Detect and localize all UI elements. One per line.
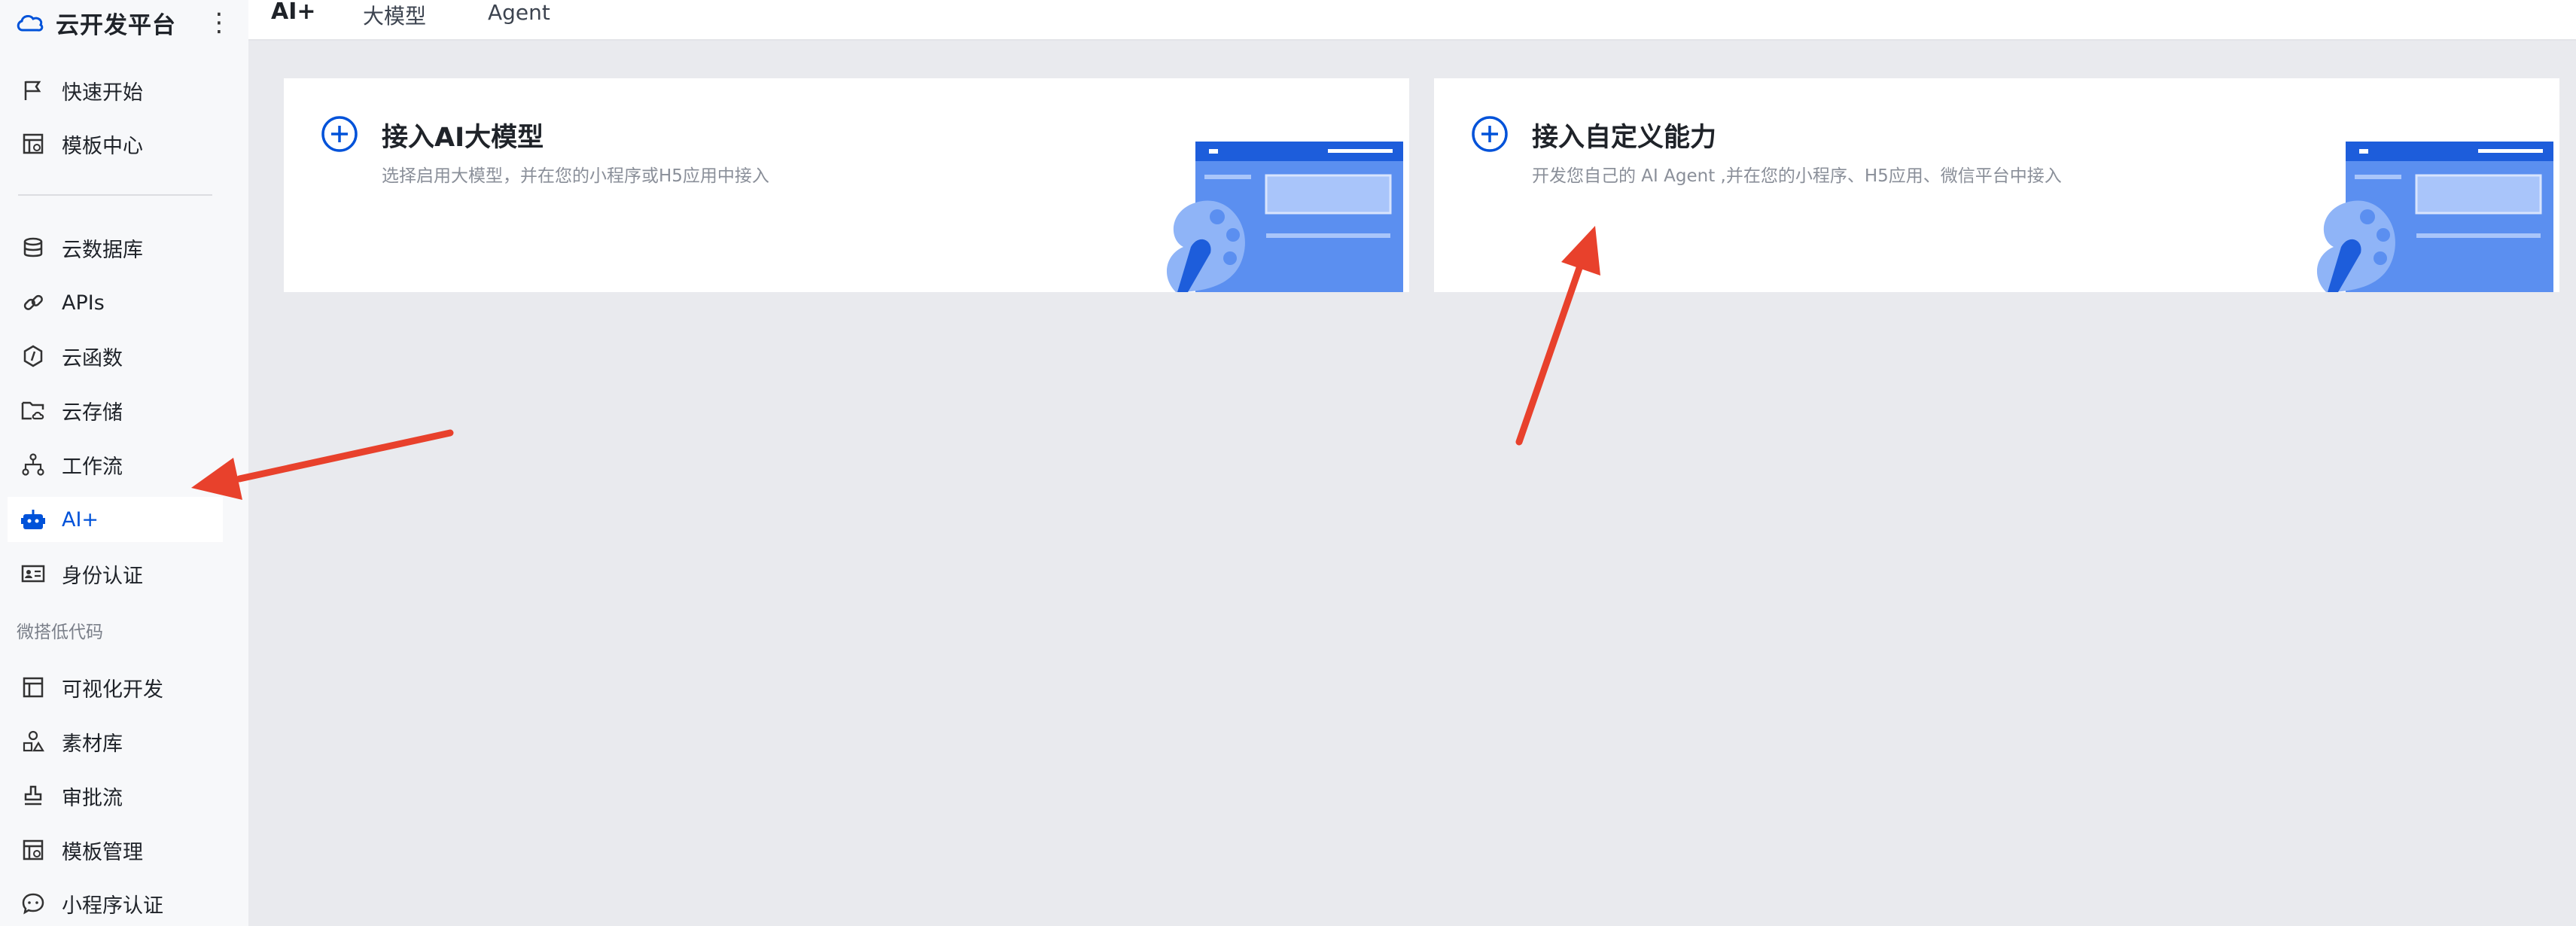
tab-large-model[interactable]: 大模型 [363,0,426,30]
sidebar-item-label: 模板中心 [62,134,143,158]
sidebar-item-label: 云函数 [62,346,123,370]
tab-agent[interactable]: Agent [488,0,550,25]
workflow-icon [18,449,48,480]
more-vertical-icon[interactable]: ⋮ [206,8,232,38]
brand-title: 云开发平台 [56,11,176,39]
card-description: 开发您自己的 AI Agent ,并在您的小程序、H5应用、微信平台中接入 [1532,166,2062,186]
sidebar-item-workflow[interactable]: 工作流 [8,442,223,487]
sidebar-item-label: 可视化开发 [62,678,163,702]
sidebar-item-template-center[interactable]: 模板中心 [8,121,223,166]
sidebar-item-label: 身份认证 [62,564,143,588]
card-title: 接入AI大模型 [382,123,544,153]
sidebar-item-cloud-function[interactable]: 云函数 [8,334,223,379]
sidebar-item-approval[interactable]: 审批流 [8,773,223,818]
sidebar-item-label: APIs [62,291,105,315]
sidebar-item-label: 素材库 [62,732,123,756]
sidebar-item-label: AI+ [62,507,99,532]
sidebar-item-label: 云存储 [62,401,123,425]
template-icon [18,129,48,159]
page-title: AI+ [271,0,316,25]
sidebar-item-cloud-storage[interactable]: 云存储 [8,388,223,433]
palette-illustration [1138,142,1409,292]
layout-icon [18,672,48,702]
sidebar-item-label: 快速开始 [62,81,143,105]
sidebar-item-database[interactable]: 云数据库 [8,225,223,270]
chat-bubble-icon [18,888,48,918]
sidebar-item-label: 工作流 [62,455,123,479]
flag-icon [18,75,48,105]
sidebar-item-quick-start[interactable]: 快速开始 [8,68,223,113]
sidebar-item-label: 小程序认证 [62,894,163,918]
palette-illustration [2288,142,2559,292]
function-icon [18,341,48,371]
shapes-icon [18,726,48,757]
top-bar: AI+ 大模型 Agent [248,0,2576,41]
sidebar-item-ai-plus[interactable]: AI+ [8,497,223,542]
card-connect-ai-model[interactable]: 接入AI大模型 选择启用大模型，并在您的小程序或H5应用中接入 [284,78,1409,292]
folder-cloud-icon [18,395,48,425]
template-manage-icon [18,835,48,865]
brand[interactable]: 云开发平台 ⋮ [15,2,241,44]
sidebar-item-label: 模板管理 [62,840,143,864]
sidebar-item-mini-program-auth[interactable]: 小程序认证 [8,881,223,926]
section-label-lowcode: 微搭低代码 [17,623,103,642]
card-title: 接入自定义能力 [1532,123,1717,153]
plus-circle-icon[interactable] [1470,114,1509,154]
sidebar-divider [18,194,212,196]
sidebar: 云开发平台 ⋮ 快速开始 模板中心 云数据库 APIs 云函数 云存储 工作流 … [0,0,248,926]
link-icon [18,288,48,318]
sidebar-item-apis[interactable]: APIs [8,280,223,325]
plus-circle-icon[interactable] [320,114,359,154]
sidebar-item-assets[interactable]: 素材库 [8,719,223,764]
sidebar-item-visual-dev[interactable]: 可视化开发 [8,665,223,710]
cloud-logo-icon [15,7,47,38]
robot-icon [18,504,48,535]
sidebar-item-template-manage[interactable]: 模板管理 [8,827,223,873]
sidebar-item-label: 审批流 [62,786,123,810]
sidebar-item-identity[interactable]: 身份认证 [8,551,223,596]
stamp-icon [18,781,48,811]
id-card-icon [18,559,48,589]
sidebar-item-label: 云数据库 [62,238,143,262]
card-connect-custom-capability[interactable]: 接入自定义能力 开发您自己的 AI Agent ,并在您的小程序、H5应用、微信… [1434,78,2559,292]
card-description: 选择启用大模型，并在您的小程序或H5应用中接入 [382,166,769,186]
database-icon [18,233,48,263]
